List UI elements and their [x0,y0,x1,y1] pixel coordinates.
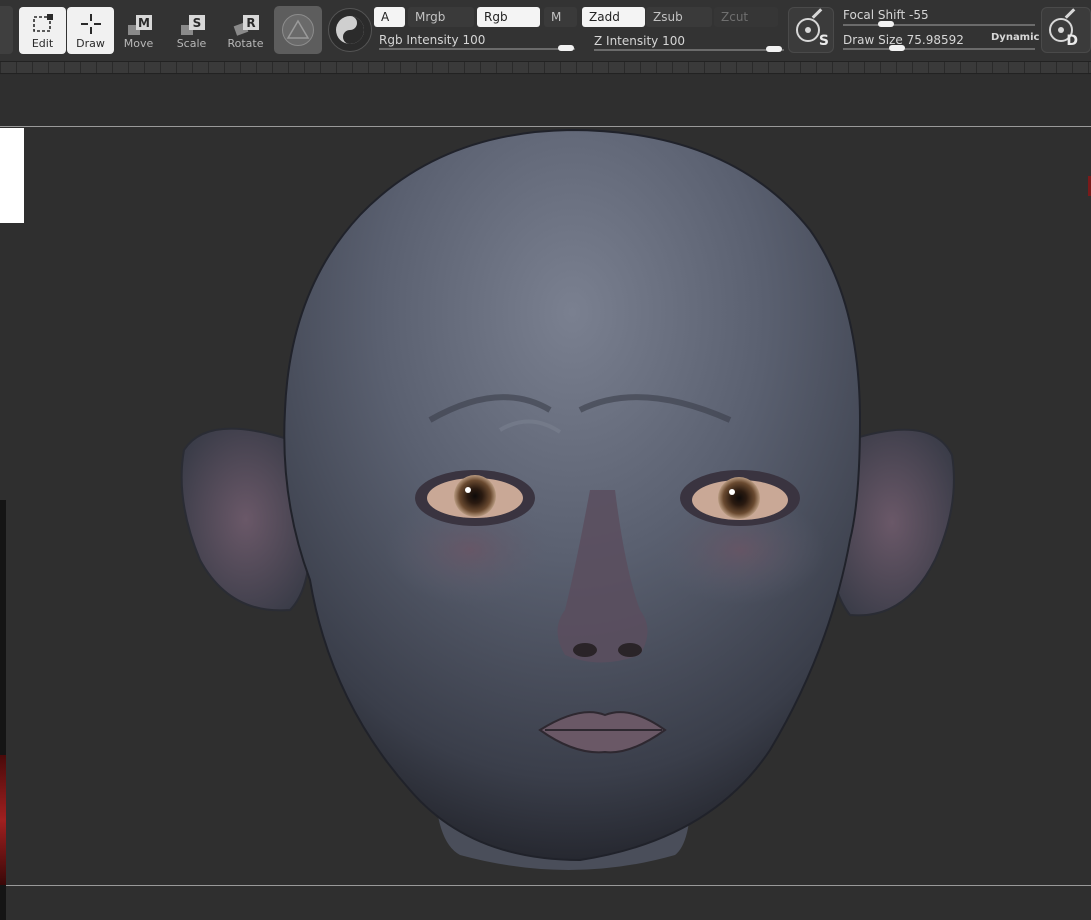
side-swatch-panel[interactable] [0,128,24,223]
scale-key-glyph: S [192,16,201,30]
draw-icon [80,14,101,34]
draw-size-value: 75.98592 [906,33,964,47]
z-intensity-label: Z Intensity 100 [594,34,685,48]
move-label: Move [123,37,154,50]
rotate-icon: R [233,15,259,36]
rotate-button[interactable]: R Rotate [222,7,269,54]
rgb-button[interactable]: Rgb [477,7,540,27]
focal-shift-slider[interactable] [843,24,1035,26]
edit-label: Edit [31,37,54,50]
mrgb-button[interactable]: Mrgb [408,7,474,27]
yin-yang-icon [336,16,364,44]
scale-label: Scale [176,37,207,50]
toolbar-divider-strip [0,61,1091,74]
rotate-label: Rotate [227,37,264,50]
zsub-button[interactable]: Zsub [646,7,712,27]
lazy-mouse-s-button[interactable]: S [788,7,834,53]
m-button[interactable]: M [544,7,577,27]
edit-icon [32,14,53,32]
draw-size-thumb[interactable] [889,45,905,51]
triangle-icon [286,19,310,39]
focal-shift-value: -55 [909,8,929,22]
move-button[interactable]: M Move [115,7,162,54]
focal-shift-text: Focal Shift [843,8,906,22]
document-bottom-border [0,885,1091,886]
rgb-intensity-label: Rgb Intensity 100 [379,33,485,47]
scale-button[interactable]: S Scale [168,7,215,54]
move-icon: M [127,15,152,35]
focal-shift-label: Focal Shift -55 [843,8,929,22]
zcut-button[interactable]: Zcut [714,7,778,27]
navigation-thumbnail[interactable] [0,500,6,920]
focal-shift-thumb[interactable] [878,21,894,27]
z-intensity-value: 100 [662,34,685,48]
toolbar-left-handle[interactable] [0,6,13,54]
transp-button[interactable] [328,8,372,52]
sculpted-head-model[interactable] [170,120,970,880]
draw-size-slider[interactable] [843,48,1035,50]
polyframe-button[interactable] [274,6,322,54]
brush-stick-icon [811,8,823,19]
z-intensity-thumb[interactable] [766,46,782,52]
rgb-intensity-text: Rgb Intensity [379,33,459,47]
rgb-intensity-slider[interactable] [379,48,575,50]
d-letter: D [1066,33,1078,49]
rgb-intensity-value: 100 [462,33,486,47]
dynamic-toggle[interactable]: Dynamic [991,32,1039,43]
a-mode-button[interactable]: A [374,7,405,27]
s-letter: S [818,33,829,49]
scale-icon: S [180,15,205,35]
thumbnail-preview [0,755,6,885]
top-toolbar: Edit Draw M Move S Scale R Rotate A Mrgb… [0,0,1091,61]
draw-button[interactable]: Draw [67,7,114,54]
lazy-mouse-d-button[interactable]: D [1041,7,1091,53]
zbrush-window: Edit Draw M Move S Scale R Rotate A Mrgb… [0,0,1091,920]
edit-button[interactable]: Edit [19,7,66,54]
draw-label: Draw [76,37,105,50]
move-key-glyph: M [138,16,150,30]
rgb-intensity-thumb[interactable] [558,45,574,51]
brush-stick-icon [1064,8,1076,19]
zadd-button[interactable]: Zadd [582,7,645,27]
rotate-key-glyph: R [246,16,255,30]
z-intensity-text: Z Intensity [594,34,659,48]
z-intensity-slider[interactable] [594,49,784,51]
brush-dial-icon [796,18,820,42]
